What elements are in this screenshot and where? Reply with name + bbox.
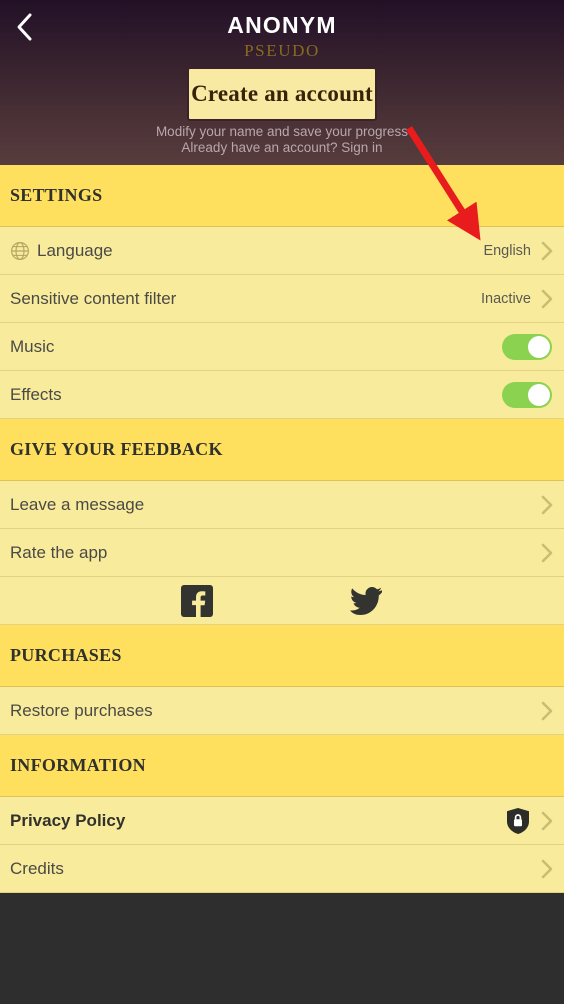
toggle-knob bbox=[528, 335, 550, 358]
music-toggle[interactable] bbox=[502, 333, 552, 360]
effects-toggle[interactable] bbox=[502, 381, 552, 408]
toggle-knob bbox=[528, 383, 550, 406]
twitter-button[interactable] bbox=[350, 586, 382, 616]
row-language-label-group: Language bbox=[10, 241, 483, 261]
row-language-label: Language bbox=[37, 240, 113, 260]
section-header-purchases: PURCHASES bbox=[0, 625, 564, 687]
page-title: ANONYM bbox=[227, 12, 337, 38]
row-sensitive-content-filter[interactable]: Sensitive content filter Inactive bbox=[0, 275, 564, 323]
sign-in-link[interactable]: Sign in bbox=[341, 140, 382, 155]
signin-prefix: Already have an account? bbox=[181, 140, 342, 155]
row-leave-message-label: Leave a message bbox=[10, 494, 145, 514]
row-rate-the-app[interactable]: Rate the app bbox=[0, 529, 564, 577]
row-restore-purchases[interactable]: Restore purchases bbox=[0, 687, 564, 735]
chevron-right-icon bbox=[540, 700, 554, 722]
row-music[interactable]: Music bbox=[0, 323, 564, 371]
row-music-label: Music bbox=[10, 336, 55, 356]
facebook-button[interactable] bbox=[181, 584, 213, 617]
chevron-right-icon bbox=[540, 542, 554, 564]
row-effects[interactable]: Effects bbox=[0, 371, 564, 419]
row-credits-label: Credits bbox=[10, 858, 64, 878]
chevron-right-icon bbox=[540, 494, 554, 516]
section-header-feedback: GIVE YOUR FEEDBACK bbox=[0, 419, 564, 481]
shield-lock-icon bbox=[507, 807, 529, 834]
row-language[interactable]: Language English bbox=[0, 227, 564, 275]
row-credits[interactable]: Credits bbox=[0, 845, 564, 893]
row-effects-label: Effects bbox=[10, 384, 62, 404]
row-privacy-policy[interactable]: Privacy Policy bbox=[0, 797, 564, 845]
settings-screen: ANONYM PSEUDO Create an account Modify y… bbox=[0, 0, 564, 1004]
chevron-right-icon bbox=[540, 858, 554, 880]
section-title-feedback: GIVE YOUR FEEDBACK bbox=[10, 439, 223, 459]
section-title-settings: SETTINGS bbox=[10, 185, 103, 205]
row-restore-purchases-label: Restore purchases bbox=[10, 700, 153, 720]
facebook-icon bbox=[181, 584, 213, 617]
chevron-right-icon bbox=[540, 240, 554, 262]
section-title-information: INFORMATION bbox=[10, 755, 146, 775]
row-rate-app-label: Rate the app bbox=[10, 542, 108, 562]
privacy-badge bbox=[506, 807, 530, 834]
row-privacy-policy-label: Privacy Policy bbox=[10, 810, 126, 830]
header-subtitle-progress: Modify your name and save your progress bbox=[155, 124, 409, 139]
row-language-value: English bbox=[483, 242, 531, 259]
row-sensitive-label: Sensitive content filter bbox=[10, 288, 177, 308]
social-links-row bbox=[0, 577, 564, 625]
bottom-spacer bbox=[0, 893, 564, 997]
pseudo-label: PSEUDO bbox=[244, 41, 320, 60]
header-subtitle-signin: Already have an account? Sign in bbox=[0, 140, 564, 155]
row-sensitive-value: Inactive bbox=[481, 290, 531, 307]
twitter-icon bbox=[350, 586, 382, 615]
section-title-purchases: PURCHASES bbox=[10, 645, 122, 665]
chevron-right-icon bbox=[540, 288, 554, 310]
chevron-right-icon bbox=[540, 810, 554, 832]
social-inner bbox=[0, 577, 564, 624]
create-account-label: Create an account bbox=[191, 81, 373, 106]
create-account-button[interactable]: Create an account bbox=[187, 67, 377, 121]
profile-header: ANONYM PSEUDO Create an account Modify y… bbox=[0, 0, 564, 165]
row-leave-a-message[interactable]: Leave a message bbox=[0, 481, 564, 529]
section-header-information: INFORMATION bbox=[0, 735, 564, 797]
section-header-settings: SETTINGS bbox=[0, 165, 564, 227]
globe-icon bbox=[11, 241, 29, 260]
